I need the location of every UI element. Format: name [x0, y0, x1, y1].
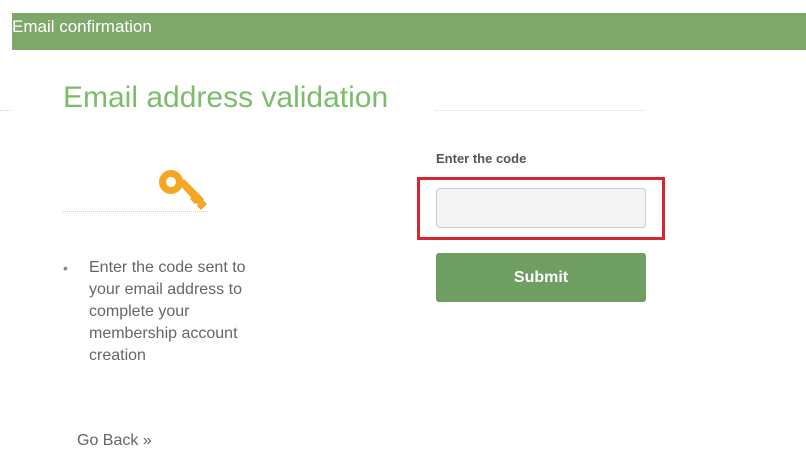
submit-button[interactable]: Submit — [436, 253, 646, 302]
instructions-list: Enter the code sent to your email addres… — [63, 257, 257, 367]
divider — [63, 211, 208, 212]
page-title: Email address validation — [63, 81, 389, 114]
key-icon — [157, 166, 209, 216]
email-confirmation-page: Email confirmation Email address validat… — [0, 0, 806, 457]
header-title: Email confirmation — [12, 17, 152, 36]
code-field-label: Enter the code — [436, 151, 527, 166]
divider — [435, 110, 645, 111]
list-item: Enter the code sent to your email addres… — [63, 257, 257, 367]
header-bar: Email confirmation — [12, 13, 806, 50]
divider — [0, 110, 12, 111]
go-back-link[interactable]: Go Back » — [77, 432, 152, 450]
code-input[interactable] — [436, 188, 646, 228]
